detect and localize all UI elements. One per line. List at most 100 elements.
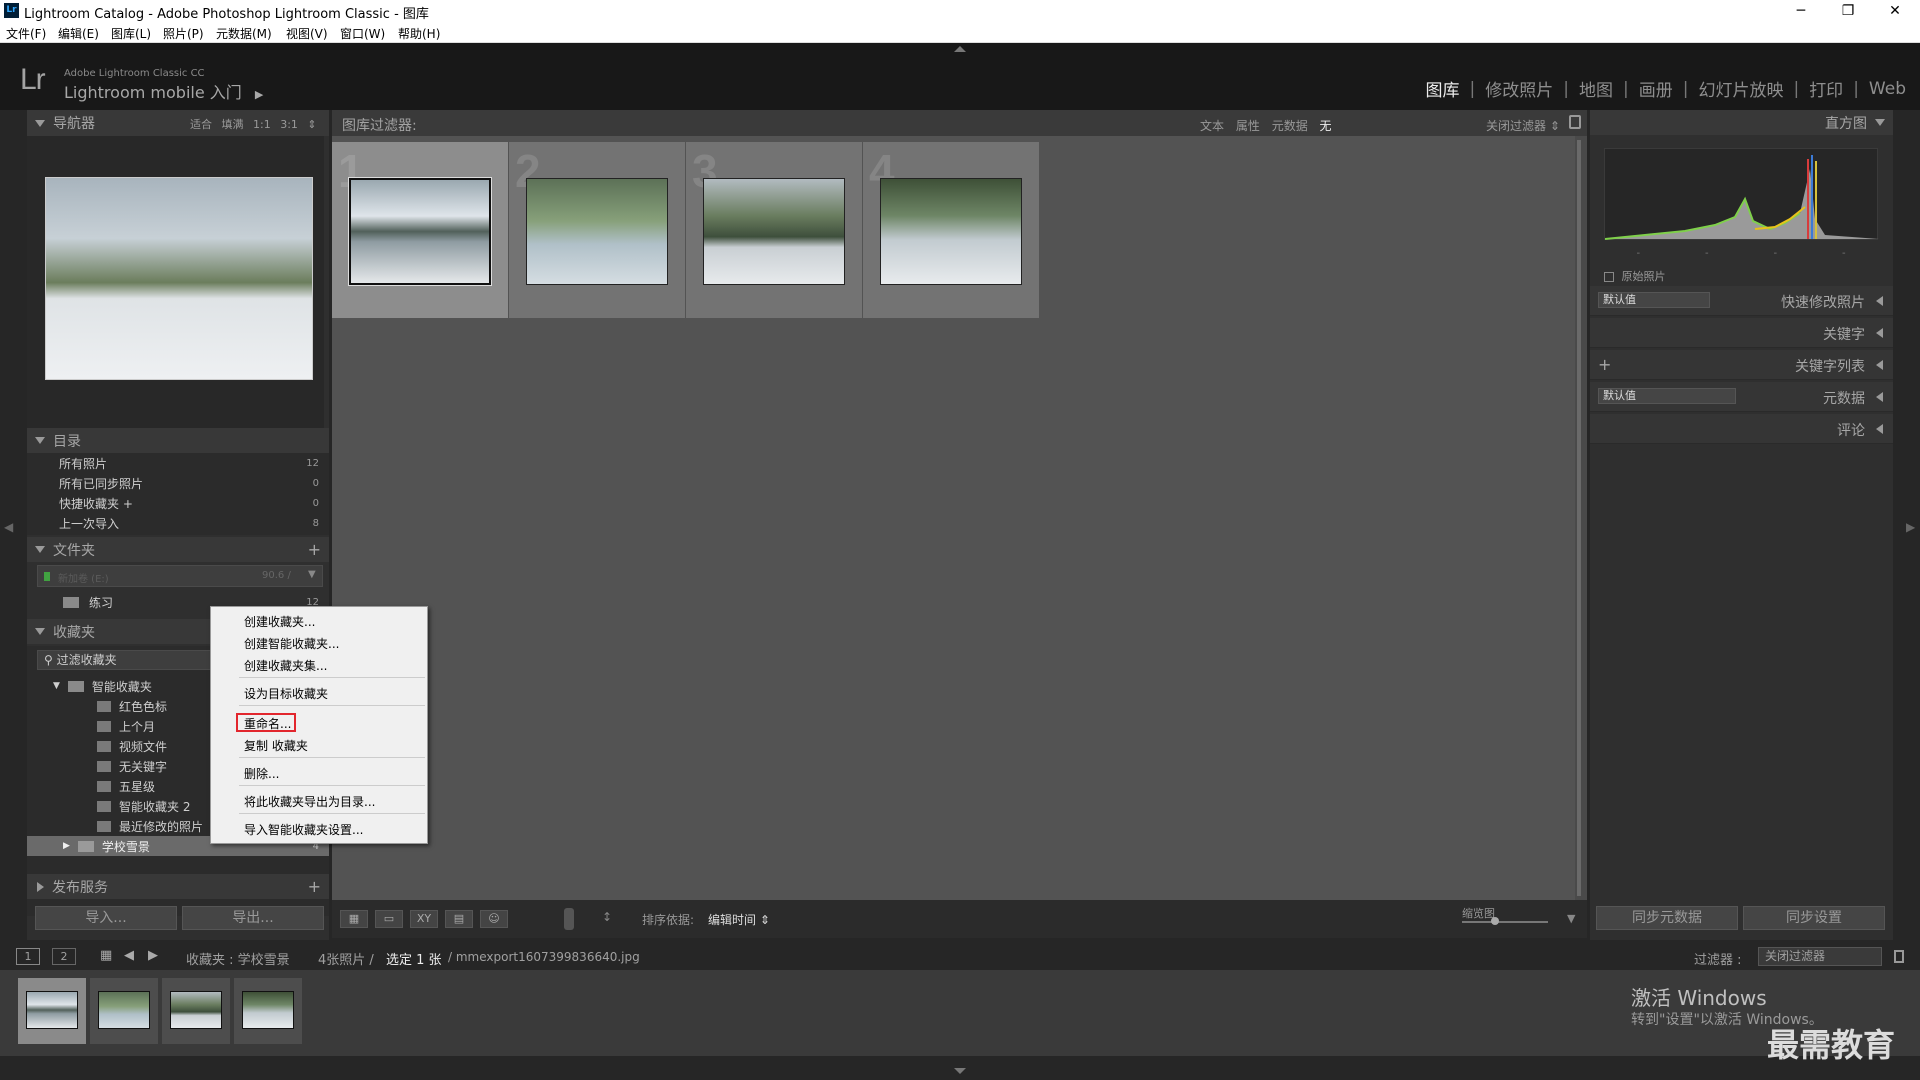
filmstrip-thumb[interactable] — [18, 978, 86, 1044]
filter-metadata[interactable]: 元数据 — [1272, 119, 1308, 133]
navigator-photo[interactable] — [45, 177, 313, 380]
navigator-zoom-options[interactable]: 适合 填满 1:1 3:1 ⇕ — [190, 116, 317, 132]
collapse-folders-icon[interactable] — [35, 546, 45, 553]
metadata-header[interactable]: 默认值 元数据 — [1590, 382, 1893, 412]
minimize-button[interactable]: ─ — [1778, 0, 1824, 22]
survey-view-icon[interactable]: ▤ — [445, 910, 473, 928]
volume-bar[interactable]: 新加卷 (E:) 90.6 / ▼ — [37, 565, 323, 587]
navigator-header[interactable]: 导航器 适合 填满 1:1 3:1 ⇕ — [27, 110, 329, 136]
maximize-button[interactable]: ❐ — [1825, 0, 1871, 22]
module-slideshow[interactable]: 幻灯片放映 — [1698, 76, 1783, 101]
collapse-collections-icon[interactable] — [35, 628, 45, 635]
window-1-button[interactable]: 1 — [16, 948, 40, 965]
selected-filename[interactable]: / mmexport1607399836640.jpg — [448, 950, 640, 964]
menu-metadata[interactable]: 元数据(M) — [216, 25, 272, 42]
filmstrip-filter-select[interactable]: 关闭过滤器 — [1758, 947, 1882, 966]
close-button[interactable]: ✕ — [1872, 0, 1918, 22]
window-2-button[interactable]: 2 — [52, 948, 76, 965]
menu-view[interactable]: 视图(V) — [286, 25, 328, 42]
publish-services-header[interactable]: 发布服务 + — [27, 874, 329, 899]
menu-create-smart-collection[interactable]: 创建智能收藏夹... — [244, 635, 339, 652]
module-develop[interactable]: 修改照片 — [1485, 76, 1553, 101]
photo-thumbnail[interactable] — [880, 178, 1022, 285]
metadata-preset-select[interactable]: 默认值 — [1598, 388, 1736, 404]
sync-settings-button[interactable]: 同步设置 — [1743, 906, 1885, 930]
catalog-header[interactable]: 目录 — [27, 428, 329, 453]
sort-direction-icon[interactable]: ↕ — [602, 910, 612, 924]
module-book[interactable]: 画册 — [1639, 76, 1673, 101]
sort-dropdown[interactable]: 编辑时间 ⇕ — [708, 911, 770, 928]
module-map[interactable]: 地图 — [1579, 76, 1613, 101]
menu-rename[interactable]: 重命名... — [244, 715, 291, 732]
photo-thumbnail[interactable] — [703, 178, 845, 285]
filmstrip-photo[interactable] — [170, 991, 222, 1029]
menu-photo[interactable]: 照片(P) — [163, 25, 204, 42]
filmstrip-photo[interactable] — [98, 991, 150, 1029]
catalog-item-last-import[interactable]: 上一次导入 8 — [27, 513, 329, 533]
back-arrow-icon[interactable]: ◀ — [124, 948, 134, 963]
sync-metadata-button[interactable]: 同步元数据 — [1596, 906, 1738, 930]
menu-export-as-catalog[interactable]: 将此收藏夹导出为目录... — [244, 793, 375, 810]
collapse-bottom-icon[interactable] — [954, 1068, 966, 1074]
menu-duplicate[interactable]: 复制 收藏夹 — [244, 737, 308, 754]
quick-develop-header[interactable]: 默认值 快速修改照片 — [1590, 286, 1893, 316]
menu-create-collection-set[interactable]: 创建收藏夹集... — [244, 657, 327, 674]
add-publish-icon[interactable]: + — [308, 877, 321, 896]
people-view-icon[interactable]: ☺ — [480, 910, 508, 928]
filter-presets-dropdown[interactable]: 关闭过滤器 ⇕ — [1486, 117, 1560, 134]
filmstrip-photo[interactable] — [242, 991, 294, 1029]
grid-view-icon[interactable]: ▦ — [340, 910, 368, 928]
menu-window[interactable]: 窗口(W) — [340, 25, 385, 42]
collapse-left-panel-icon[interactable]: ◀ — [4, 520, 13, 534]
menu-help[interactable]: 帮助(H) — [398, 25, 440, 42]
filmstrip-thumb[interactable] — [234, 978, 302, 1044]
collapse-top-icon[interactable] — [954, 46, 966, 52]
forward-arrow-icon[interactable]: ▶ — [148, 948, 158, 963]
expand-left-icon[interactable] — [1876, 328, 1883, 338]
expand-left-icon[interactable] — [1876, 296, 1883, 306]
grid-cell[interactable]: 3 — [686, 142, 862, 318]
expand-left-icon[interactable] — [1876, 392, 1883, 402]
grid-icon[interactable]: ▦ — [100, 948, 112, 963]
module-web[interactable]: Web — [1869, 79, 1906, 99]
module-print[interactable]: 打印 — [1809, 76, 1843, 101]
expand-publish-icon[interactable] — [37, 881, 44, 892]
grid-cell[interactable]: 1 — [332, 142, 508, 318]
filter-lock-icon[interactable] — [1894, 950, 1904, 963]
menu-library[interactable]: 图库(L) — [111, 25, 151, 42]
menu-set-target[interactable]: 设为目标收藏夹 — [244, 685, 328, 702]
filter-none[interactable]: 无 — [1320, 119, 1332, 133]
original-photo-checkbox[interactable]: 原始照片 — [1604, 268, 1666, 284]
import-button[interactable]: 导入... — [35, 906, 177, 930]
export-button[interactable]: 导出... — [182, 906, 324, 930]
collapse-catalog-icon[interactable] — [35, 437, 45, 444]
expand-down-icon[interactable]: ▼ — [53, 681, 60, 691]
collapse-histogram-icon[interactable] — [1875, 119, 1885, 126]
grid-scroll-thumb[interactable] — [1577, 140, 1581, 896]
photo-thumbnail[interactable] — [526, 178, 668, 285]
filmstrip-photo[interactable] — [26, 991, 78, 1029]
histogram-header[interactable]: 直方图 — [1590, 110, 1893, 135]
filmstrip-source[interactable]: 收藏夹 : 学校雪景 — [186, 949, 290, 968]
expand-left-icon[interactable] — [1876, 360, 1883, 370]
thumbnail-size-slider[interactable] — [1462, 921, 1548, 923]
collapse-navigator-icon[interactable] — [35, 119, 45, 127]
menu-edit[interactable]: 编辑(E) — [58, 25, 99, 42]
filmstrip-thumb[interactable] — [90, 978, 158, 1044]
menu-create-collection[interactable]: 创建收藏夹... — [244, 613, 315, 630]
menu-delete[interactable]: 删除... — [244, 765, 279, 782]
keywording-header[interactable]: 关键字 — [1590, 318, 1893, 348]
expand-left-icon[interactable] — [1876, 424, 1883, 434]
quick-develop-preset-select[interactable]: 默认值 — [1598, 292, 1710, 308]
checkbox-icon[interactable] — [1604, 272, 1614, 282]
mobile-getting-started[interactable]: Lightroom mobile 入门 ▶ — [64, 79, 263, 103]
add-keyword-icon[interactable]: + — [1598, 355, 1611, 374]
catalog-item-synced[interactable]: 所有已同步照片 0 — [27, 473, 329, 493]
painter-icon[interactable] — [564, 908, 574, 930]
toolbar-menu-icon[interactable]: ▼ — [1567, 912, 1575, 925]
expand-right-icon[interactable]: ▶ — [63, 841, 70, 851]
photo-thumbnail[interactable] — [349, 178, 491, 285]
keyword-list-header[interactable]: + 关键字列表 — [1590, 350, 1893, 380]
thumbnail-slider-knob[interactable] — [1491, 917, 1499, 925]
catalog-item-all[interactable]: 所有照片 12 — [27, 453, 329, 473]
